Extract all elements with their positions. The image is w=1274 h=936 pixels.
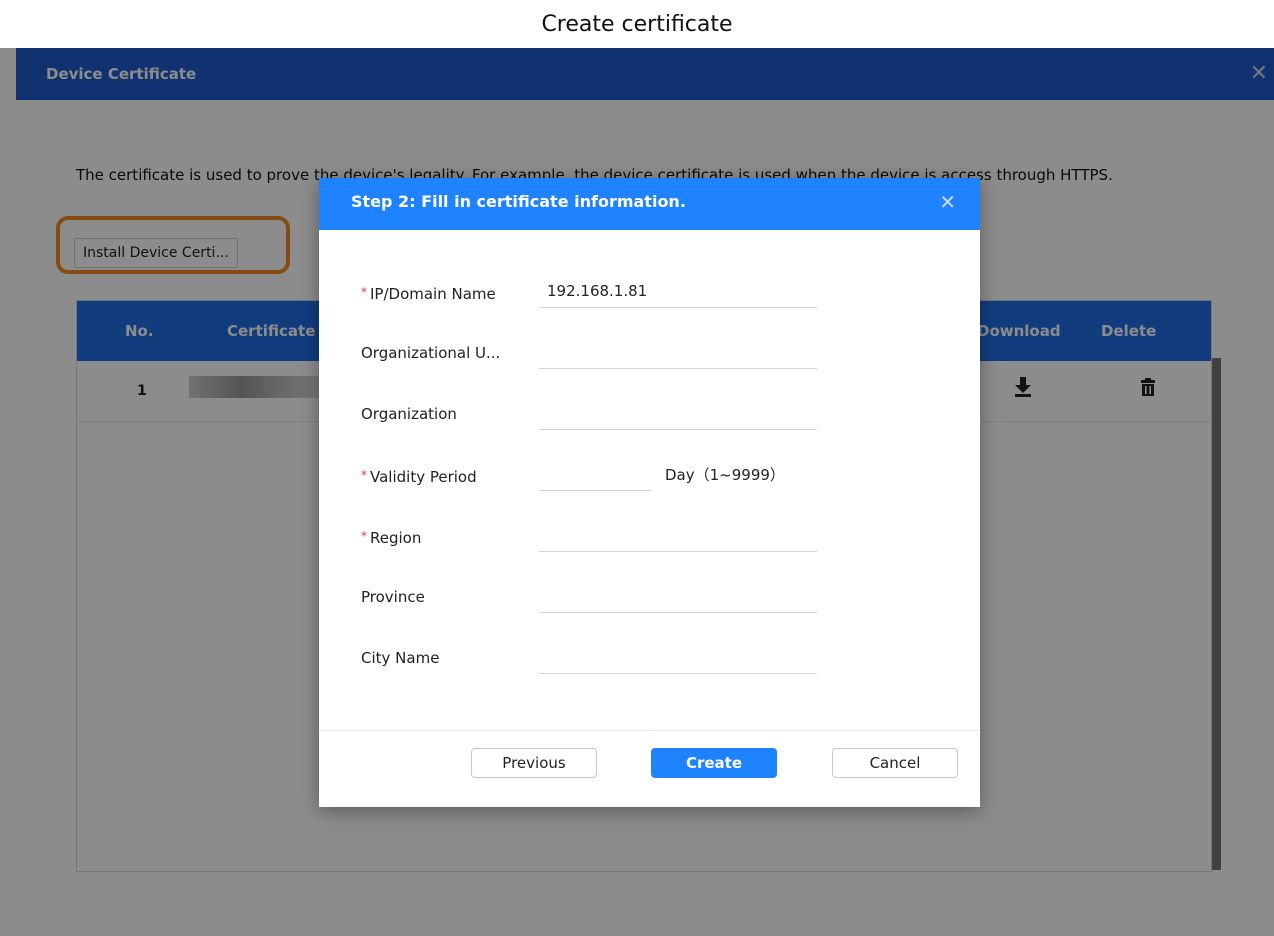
validity-label-text: Validity Period [370,468,477,486]
required-mark: * [361,468,367,482]
org-unit-input[interactable] [539,335,817,369]
ip-domain-label-text: IP/Domain Name [370,285,496,303]
create-button[interactable]: Create [651,748,777,778]
form-row-ip-domain: * IP/Domain Name [319,272,980,312]
certificate-info-dialog: Step 2: Fill in certificate information.… [319,178,980,807]
form-row-region: * Region [319,516,980,556]
form-row-validity: * Validity Period Day（1~9999） [319,455,980,495]
city-name-label: City Name [361,649,440,667]
organization-input[interactable] [539,396,817,430]
validity-period-input[interactable] [539,457,651,491]
cancel-button[interactable]: Cancel [832,748,958,778]
region-label: * Region [361,516,421,558]
validity-label: * Validity Period [361,455,477,497]
required-mark: * [361,529,367,543]
org-unit-label: Organizational U... [361,344,501,362]
validity-unit: Day（1~9999） [665,466,785,484]
dialog-close-icon[interactable]: ✕ [939,178,956,226]
organization-label: Organization [361,405,457,423]
form-row-organization: Organization [319,394,980,434]
ip-domain-input[interactable] [539,274,817,308]
form-row-org-unit: Organizational U... [319,333,980,373]
province-input[interactable] [539,579,817,613]
previous-button[interactable]: Previous [471,748,597,778]
form-row-city: City Name [319,638,980,678]
ip-domain-label: * IP/Domain Name [361,272,496,314]
dialog-title: Step 2: Fill in certificate information. [351,192,686,211]
city-name-input[interactable] [539,640,817,674]
dialog-footer: Previous Create Cancel [319,730,980,807]
province-label: Province [361,588,425,606]
page-caption: Create certificate [541,12,733,37]
form-row-province: Province [319,577,980,617]
dialog-header: Step 2: Fill in certificate information.… [319,178,980,230]
required-mark: * [361,285,367,299]
region-input[interactable] [539,518,817,552]
region-label-text: Region [370,529,422,547]
